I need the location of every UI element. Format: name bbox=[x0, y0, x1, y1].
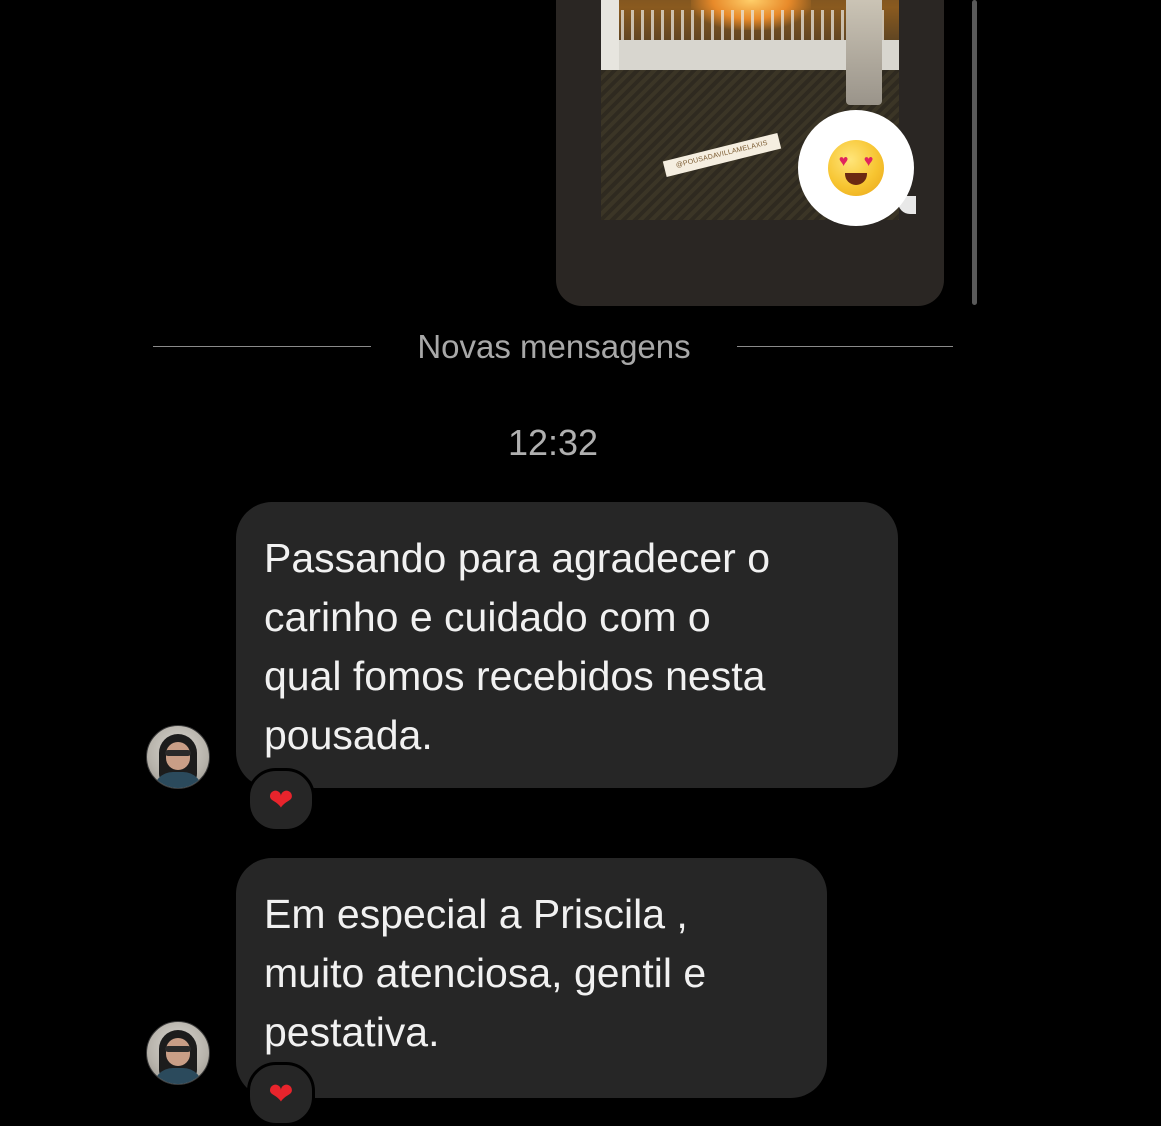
message-text-line: Em especial a Priscila , bbox=[264, 891, 688, 937]
message-text-line: qual fomos recebidos nesta bbox=[264, 653, 766, 699]
message-text-line: pestativa. bbox=[264, 1009, 440, 1055]
divider-line-left bbox=[153, 346, 371, 347]
message-timestamp: 12:32 bbox=[507, 422, 599, 463]
shared-story-card[interactable]: @POUSADAVILLAMELAXIS ♥ ♥ bbox=[556, 0, 944, 306]
scrollbar[interactable] bbox=[972, 0, 977, 305]
new-messages-divider-label: Novas mensagens bbox=[417, 328, 691, 365]
message-text-line: carinho e cuidado com o bbox=[264, 594, 711, 640]
person-figure bbox=[846, 0, 882, 105]
message-text-line: Passando para agradecer o bbox=[264, 535, 771, 581]
heart-reaction-icon[interactable]: ❤ bbox=[247, 1062, 315, 1126]
sender-avatar[interactable] bbox=[146, 1021, 210, 1085]
message-text-line: muito atenciosa, gentil e bbox=[264, 950, 707, 996]
message-text-line: pousada. bbox=[264, 712, 433, 758]
heart-eyes-emoji-icon: ♥ ♥ bbox=[828, 140, 884, 196]
heart-reaction-icon[interactable]: ❤ bbox=[247, 768, 315, 832]
sender-avatar[interactable] bbox=[146, 725, 210, 789]
story-reaction-bubble: ♥ ♥ bbox=[798, 110, 914, 226]
message-bubble[interactable]: Passando para agradecer o carinho e cuid… bbox=[236, 502, 898, 788]
divider-line-right bbox=[737, 346, 953, 347]
message-bubble[interactable]: Em especial a Priscila , muito atenciosa… bbox=[236, 858, 827, 1098]
